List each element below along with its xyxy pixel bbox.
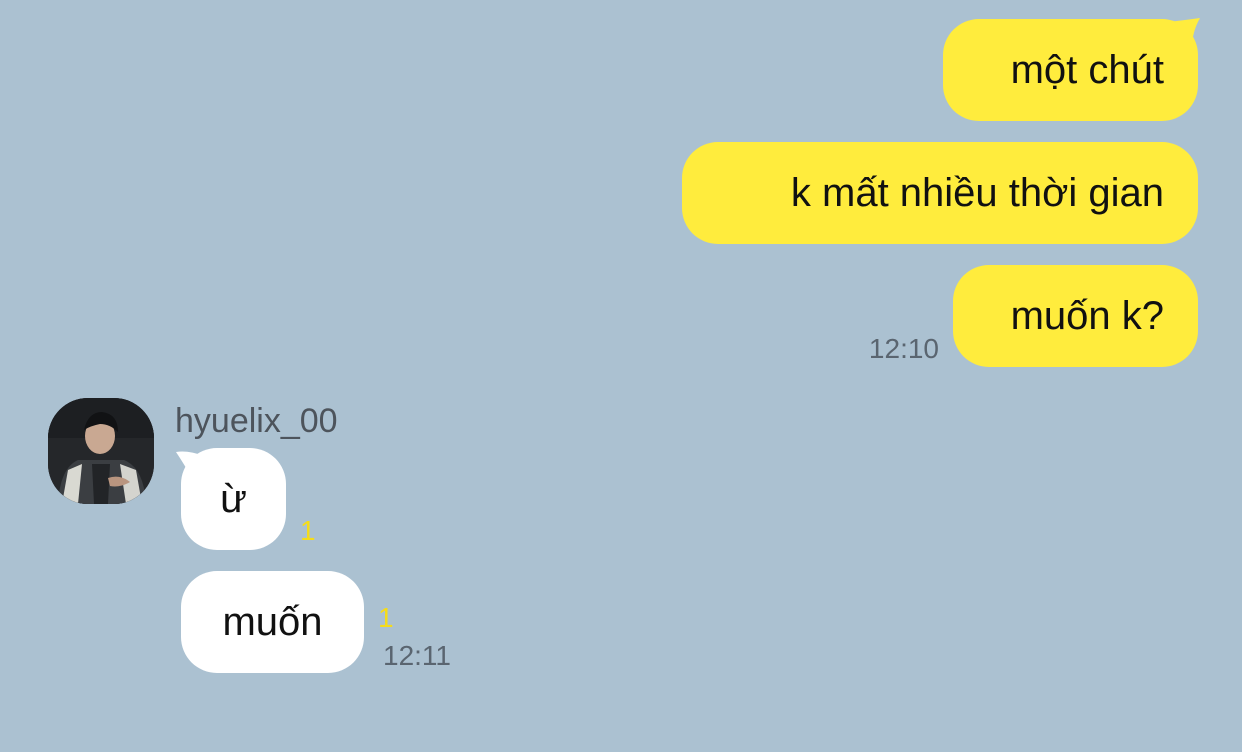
message-timestamp: 12:10 [868, 333, 939, 364]
unread-count: 1 [378, 602, 394, 633]
message-timestamp: 12:11 [383, 640, 451, 671]
message-text: k mất nhiều thời gian [790, 171, 1164, 215]
sender-avatar[interactable] [48, 398, 154, 504]
outgoing-message-3[interactable]: muốn k? [953, 265, 1198, 367]
outgoing-message-1[interactable]: một chút [943, 19, 1198, 121]
sender-name: hyuelix_00 [175, 402, 338, 440]
incoming-message-2[interactable]: muốn [181, 571, 364, 673]
incoming-message-1[interactable]: ừ [181, 448, 286, 550]
message-text: muốn k? [1010, 294, 1164, 338]
unread-count: 1 [300, 515, 316, 546]
message-text: ừ [220, 477, 247, 521]
outgoing-message-2[interactable]: k mất nhiều thời gian [682, 142, 1198, 244]
message-text: muốn [222, 600, 323, 644]
message-text: một chút [1010, 48, 1164, 92]
avatar-photo-icon [48, 398, 154, 504]
